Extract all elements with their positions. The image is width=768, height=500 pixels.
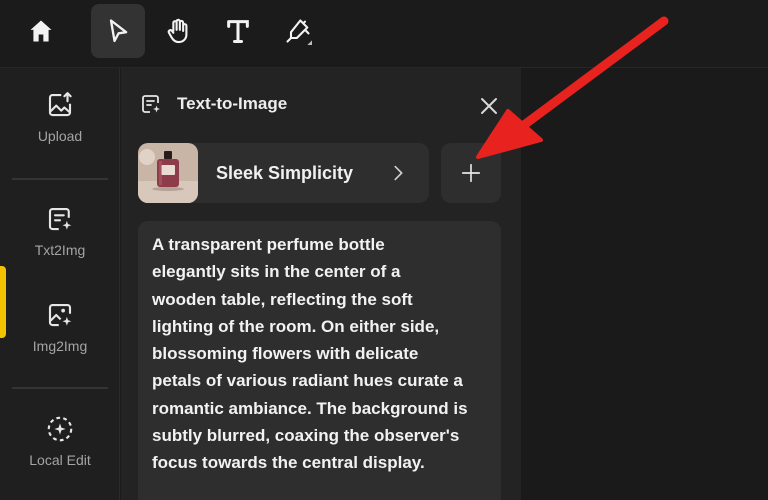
rail-item-local-edit[interactable]: Local Edit [12,392,108,492]
hand-tool-button[interactable] [151,4,205,58]
rail-label-img2img: Img2Img [32,338,88,354]
active-rail-indicator [0,266,6,338]
rail-label-upload: Upload [37,128,83,144]
chevron-right-icon [394,165,403,181]
close-icon [481,98,497,114]
text-to-image-panel: Text-to-Image Sleek Simplicity A transpa… [121,68,521,500]
local-edit-icon [43,412,77,446]
top-toolbar [0,0,768,68]
add-style-button[interactable] [441,143,501,203]
home-icon [30,20,52,42]
rail-divider [12,387,108,389]
style-name: Sleek Simplicity [216,162,354,183]
rail-divider [12,178,108,180]
canvas-area[interactable] [521,68,768,500]
text-to-image-icon [43,202,77,236]
highlighter-icon [286,19,312,45]
style-selector[interactable]: Sleek Simplicity [138,143,429,203]
rail-item-img2img[interactable]: Img2Img [12,278,108,378]
upload-image-icon [43,88,77,122]
rail-label-txt2img: Txt2Img [34,242,86,258]
select-arrow-icon [109,19,128,43]
home-button[interactable] [14,4,68,58]
rail-item-upload[interactable]: Upload [12,68,108,168]
left-rail: Upload Txt2Img Img2Img Local Edit [0,68,120,500]
select-tool-button[interactable] [91,4,145,58]
panel-header: Text-to-Image [139,92,287,116]
hand-icon [167,18,188,44]
rail-item-txt2img[interactable]: Txt2Img [12,182,108,282]
text-tool-button[interactable] [211,4,265,58]
highlighter-tool-button[interactable] [271,4,325,58]
text-icon [227,20,249,44]
text-to-image-icon [142,95,160,113]
rail-label-local-edit: Local Edit [29,452,91,468]
panel-title: Text-to-Image [177,94,288,113]
plus-icon [461,163,481,183]
style-thumbnail [138,143,198,203]
prompt-textarea[interactable]: A transparent perfume bottle elegantly s… [138,221,501,500]
image-to-image-icon [43,298,77,332]
prompt-text: A transparent perfume bottle elegantly s… [152,235,468,473]
close-button[interactable] [477,94,501,118]
